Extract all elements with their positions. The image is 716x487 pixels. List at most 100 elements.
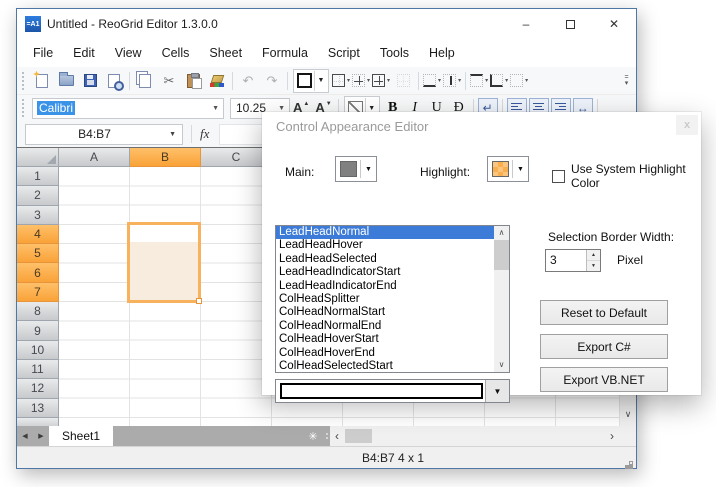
redo-button[interactable]: ↷	[260, 69, 284, 93]
toolbar-overflow-button[interactable]: =▾	[621, 75, 634, 87]
border-vertical-button[interactable]: ▾	[442, 74, 462, 87]
list-item[interactable]: LeadHeadIndicatorEnd	[276, 280, 494, 293]
close-button[interactable]: ✕	[592, 9, 636, 39]
menu-view[interactable]: View	[105, 42, 152, 64]
export-vbnet-button[interactable]: Export VB.NET	[540, 367, 668, 392]
paste-button[interactable]	[181, 69, 205, 93]
dropdown-arrow-icon[interactable]: ▼	[361, 166, 376, 173]
list-item[interactable]: ColHeadSplitter	[276, 293, 494, 306]
row-header-2[interactable]: 2	[17, 186, 59, 205]
format-painter-button[interactable]	[205, 69, 229, 93]
menu-cells[interactable]: Cells	[152, 42, 200, 64]
highlight-color-dropdown[interactable]: ▼	[487, 156, 529, 182]
horizontal-scroll-thumb[interactable]	[345, 429, 372, 443]
border-none-button[interactable]	[391, 69, 415, 93]
border-style-picker[interactable]: ▼	[293, 69, 329, 93]
dialog-title-bar[interactable]: Control Appearance Editor	[262, 112, 701, 140]
export-csharp-button[interactable]: Export C#	[540, 334, 668, 359]
menu-file[interactable]: File	[23, 42, 63, 64]
spin-down-button[interactable]: ▼	[587, 261, 600, 271]
menu-sheet[interactable]: Sheet	[199, 42, 252, 64]
menu-help[interactable]: Help	[419, 42, 465, 64]
selection-range-b4-b7[interactable]	[127, 222, 201, 303]
checkbox-box-icon[interactable]	[552, 170, 565, 183]
menu-formula[interactable]: Formula	[252, 42, 318, 64]
main-color-dropdown[interactable]: ▼	[335, 156, 377, 182]
dropdown-arrow-icon[interactable]: ▼	[513, 166, 528, 173]
list-item[interactable]: ColHeadNormalEnd	[276, 320, 494, 333]
border-bottom-button[interactable]: ▾	[422, 74, 442, 87]
menu-edit[interactable]: Edit	[63, 42, 105, 64]
list-scrollbar[interactable]: ∧ ∨	[494, 226, 509, 372]
spin-up-button[interactable]: ▲	[587, 250, 600, 261]
row-header-1[interactable]: 1	[17, 167, 59, 186]
menu-tools[interactable]: Tools	[370, 42, 419, 64]
undo-button[interactable]: ↶	[236, 69, 260, 93]
menu-script[interactable]: Script	[318, 42, 370, 64]
border-left-button[interactable]: ▾	[489, 74, 509, 87]
row-header-5[interactable]: 5	[17, 244, 59, 263]
row-header-3[interactable]: 3	[17, 206, 59, 225]
border-outline-button[interactable]: ▾	[331, 74, 351, 87]
toolbar-grip[interactable]	[22, 72, 27, 90]
row-header-partial[interactable]	[17, 418, 59, 426]
toolbar-grip[interactable]	[22, 99, 27, 117]
row-header-9[interactable]: 9	[17, 321, 59, 340]
list-scroll-thumb[interactable]	[494, 240, 509, 270]
scroll-down-icon[interactable]: ∨	[620, 409, 636, 424]
color-dropdown-button[interactable]: ▼	[485, 380, 509, 402]
reset-to-default-button[interactable]: Reset to Default	[540, 300, 668, 325]
list-item[interactable]: LeadHeadHover	[276, 239, 494, 252]
resize-grip[interactable]	[630, 462, 632, 464]
list-item-selected[interactable]: LeadHeadNormal	[276, 226, 494, 239]
print-preview-button[interactable]	[102, 69, 126, 93]
row-header-7[interactable]: 7	[17, 283, 59, 302]
copy-button[interactable]	[133, 69, 157, 93]
appearance-items-listbox[interactable]: LeadHeadNormal LeadHeadHover LeadHeadSel…	[275, 225, 510, 373]
use-system-highlight-checkbox[interactable]: Use System Highlight Color	[552, 162, 701, 190]
scroll-left-icon[interactable]: ‹	[330, 427, 344, 445]
border-clear-button[interactable]: ▾	[509, 74, 529, 87]
column-header-b[interactable]: B	[130, 148, 201, 167]
save-button[interactable]	[78, 69, 102, 93]
horizontal-scrollbar[interactable]: ‹ ›	[330, 426, 619, 446]
scroll-up-icon[interactable]: ∧	[494, 226, 509, 240]
list-item[interactable]: LeadHeadIndicatorStart	[276, 266, 494, 279]
border-inside-button[interactable]: ▾	[351, 74, 371, 87]
open-file-button[interactable]	[54, 69, 78, 93]
dropdown-arrow-icon[interactable]: ▼	[314, 71, 327, 91]
row-header-10[interactable]: 10	[17, 341, 59, 360]
row-header-11[interactable]: 11	[17, 360, 59, 379]
dropdown-arrow-icon[interactable]: ▼	[208, 105, 223, 112]
row-header-8[interactable]: 8	[17, 302, 59, 321]
cut-button[interactable]: ✂	[157, 69, 181, 93]
dropdown-arrow-icon[interactable]: ▼	[274, 105, 289, 112]
fill-handle[interactable]	[196, 298, 202, 304]
border-width-value[interactable]: 3	[546, 250, 586, 271]
add-sheet-button[interactable]: ✳	[303, 426, 323, 446]
prev-sheet-button[interactable]: ◀	[17, 426, 33, 446]
row-header-13[interactable]: 13	[17, 399, 59, 418]
list-item[interactable]: LeadHeadSelected	[276, 253, 494, 266]
dialog-close-button[interactable]: x	[676, 115, 698, 135]
scroll-right-icon[interactable]: ›	[605, 427, 619, 445]
border-top-button[interactable]: ▾	[469, 74, 489, 87]
select-all-corner[interactable]	[17, 148, 59, 167]
next-sheet-button[interactable]: ▶	[33, 426, 49, 446]
scroll-down-icon[interactable]: ∨	[494, 358, 509, 372]
row-header-12[interactable]: 12	[17, 379, 59, 398]
list-item[interactable]: ColHeadHoverStart	[276, 333, 494, 346]
list-item[interactable]: ColHeadSelectedStart	[276, 360, 494, 373]
list-item[interactable]: ColHeadNormalStart	[276, 306, 494, 319]
row-header-6[interactable]: 6	[17, 263, 59, 282]
dropdown-arrow-icon[interactable]: ▼	[163, 131, 182, 138]
row-header-4[interactable]: 4	[17, 225, 59, 244]
current-color-dropdown[interactable]: ▼	[275, 379, 510, 403]
border-all-button[interactable]: ▾	[371, 74, 391, 87]
sheet-tab-sheet1[interactable]: Sheet1	[49, 426, 113, 446]
new-document-button[interactable]	[30, 69, 54, 93]
maximize-button[interactable]	[548, 9, 592, 39]
list-item[interactable]: ColHeadHoverEnd	[276, 347, 494, 360]
name-box[interactable]: B4:B7 ▼	[25, 124, 183, 145]
border-width-spinner[interactable]: 3 ▲ ▼	[545, 249, 601, 272]
